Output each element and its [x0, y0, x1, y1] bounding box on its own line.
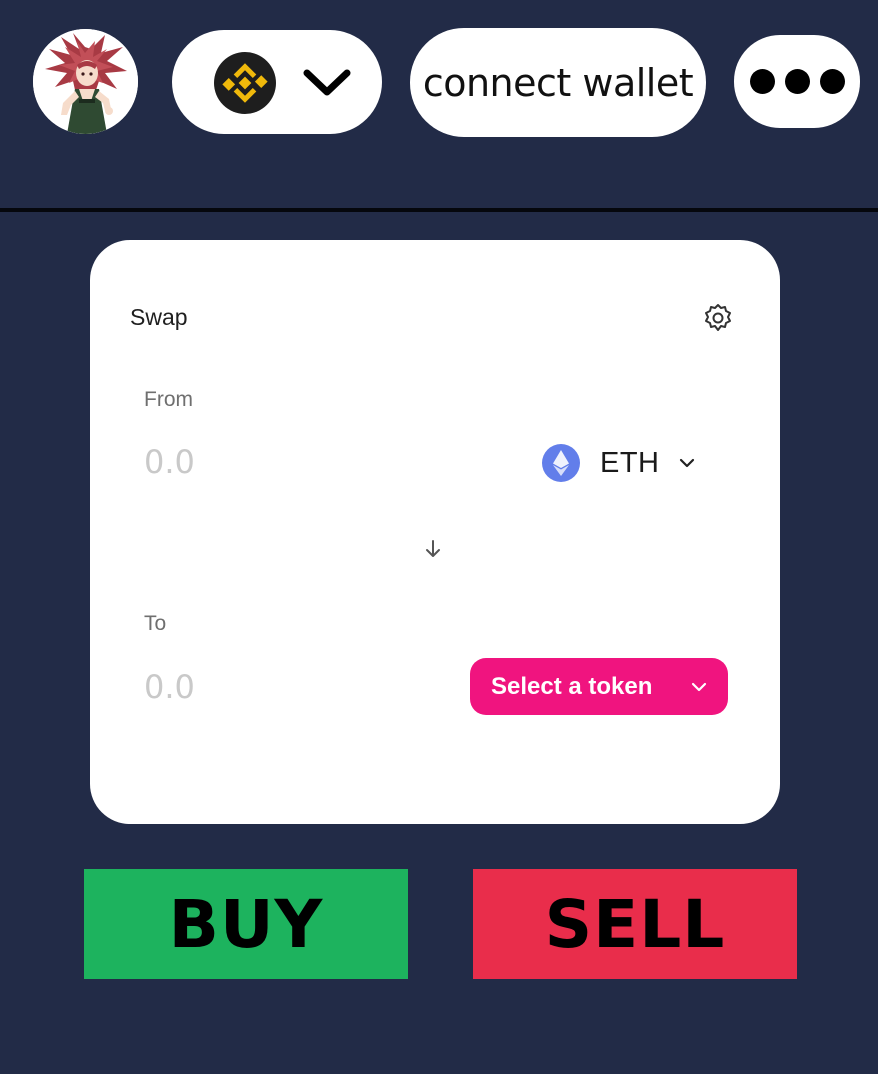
eth-logo-icon: [542, 444, 580, 482]
page: connect wallet Swap From 0.0 ETH To 0.0 …: [0, 0, 878, 1074]
gear-icon[interactable]: [702, 302, 734, 334]
arrow-down-icon[interactable]: [423, 538, 443, 560]
avatar[interactable]: [33, 29, 138, 134]
sell-button[interactable]: SELL: [473, 869, 797, 979]
more-menu-button[interactable]: [734, 35, 860, 128]
more-dots-icon: [749, 69, 775, 94]
select-token-label: Select a token: [491, 672, 653, 700]
from-label: From: [144, 388, 193, 411]
header-divider: [0, 208, 878, 212]
chevron-down-icon: [690, 681, 708, 693]
to-amount-input[interactable]: 0.0: [144, 668, 195, 706]
anime-character-avatar: [33, 29, 138, 134]
swap-title: Swap: [130, 304, 188, 330]
connect-wallet-label: connect wallet: [422, 60, 694, 105]
more-dots-icon: [784, 69, 810, 94]
swap-card: Swap From 0.0 ETH To 0.0 Select a token: [90, 240, 780, 824]
connect-wallet-button[interactable]: connect wallet: [410, 28, 706, 137]
sell-label: SELL: [544, 885, 726, 963]
chain-selector[interactable]: [172, 30, 382, 134]
binance-logo-icon: [214, 52, 276, 114]
select-token-button[interactable]: Select a token: [470, 658, 728, 715]
buy-button[interactable]: BUY: [84, 869, 408, 979]
chevron-down-icon: [302, 68, 352, 98]
from-token-name: ETH: [600, 446, 660, 479]
buy-label: BUY: [168, 885, 324, 963]
to-label: To: [144, 612, 167, 635]
chevron-down-icon: [678, 457, 696, 469]
from-amount-input[interactable]: 0.0: [144, 443, 195, 481]
from-token-select[interactable]: ETH: [542, 440, 712, 486]
more-dots-icon: [819, 69, 845, 94]
